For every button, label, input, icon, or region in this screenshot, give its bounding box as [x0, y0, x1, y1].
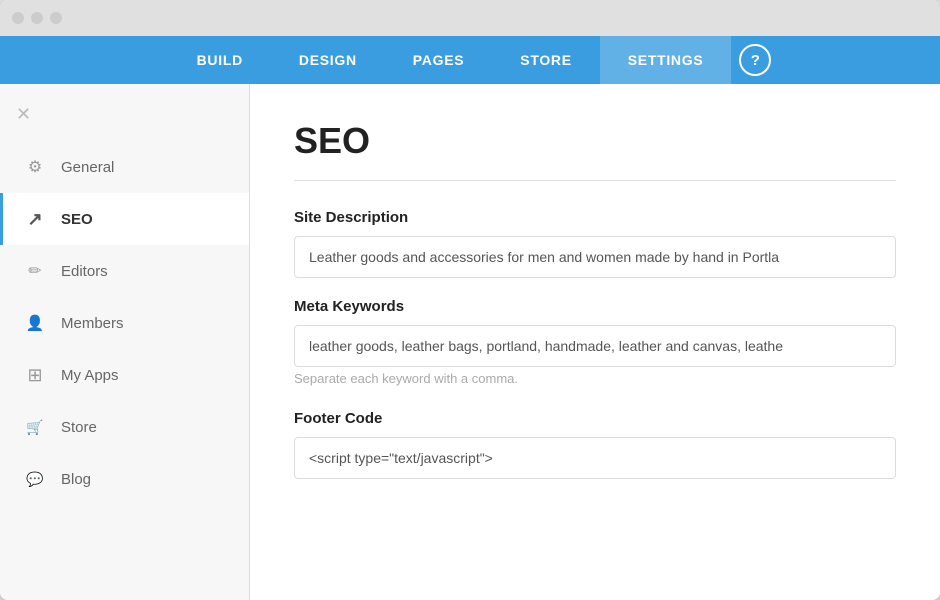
gear-icon [23, 155, 47, 179]
sidebar-label-store: Store [61, 419, 97, 436]
sidebar-item-seo[interactable]: SEO [0, 193, 249, 245]
maximize-btn[interactable] [50, 12, 62, 24]
meta-keywords-label: Meta Keywords [294, 298, 896, 315]
nav-settings[interactable]: SETTINGS [600, 36, 732, 84]
help-button[interactable]: ? [739, 44, 771, 76]
footer-code-label: Footer Code [294, 410, 896, 427]
sidebar-item-members[interactable]: Members [0, 297, 249, 349]
site-description-label: Site Description [294, 209, 896, 226]
sidebar: ✕ General SEO Editors Members My Apps [0, 84, 250, 600]
divider [294, 180, 896, 181]
sidebar-label-members: Members [61, 315, 124, 332]
main-area: ✕ General SEO Editors Members My Apps [0, 84, 940, 600]
nav-pages[interactable]: PAGES [385, 36, 492, 84]
sidebar-label-seo: SEO [61, 211, 93, 228]
titlebar-buttons [12, 12, 62, 24]
pencil-icon [23, 259, 47, 283]
sidebar-item-myapps[interactable]: My Apps [0, 349, 249, 401]
person-icon [23, 311, 47, 335]
grid-icon [23, 363, 47, 387]
sidebar-item-editors[interactable]: Editors [0, 245, 249, 297]
meta-keywords-hint: Separate each keyword with a comma. [294, 371, 896, 386]
nav-design[interactable]: DESIGN [271, 36, 385, 84]
titlebar [0, 0, 940, 36]
sidebar-item-store[interactable]: Store [0, 401, 249, 453]
nav-build[interactable]: BUILD [169, 36, 271, 84]
cart-icon [23, 415, 47, 439]
sidebar-label-editors: Editors [61, 263, 108, 280]
app-window: BUILD DESIGN PAGES STORE SETTINGS ? ✕ Ge… [0, 0, 940, 600]
site-description-input[interactable] [294, 236, 896, 278]
sidebar-label-general: General [61, 159, 114, 176]
trend-icon [23, 207, 47, 231]
close-btn[interactable] [12, 12, 24, 24]
sidebar-item-blog[interactable]: Blog [0, 453, 249, 505]
sidebar-label-myapps: My Apps [61, 367, 119, 384]
sidebar-close-button[interactable]: ✕ [0, 100, 249, 141]
navbar: BUILD DESIGN PAGES STORE SETTINGS ? [0, 36, 940, 84]
footer-code-input[interactable] [294, 437, 896, 479]
chat-icon [23, 467, 47, 491]
sidebar-item-general[interactable]: General [0, 141, 249, 193]
meta-keywords-input[interactable] [294, 325, 896, 367]
sidebar-label-blog: Blog [61, 471, 91, 488]
page-title: SEO [294, 120, 896, 162]
content-area: SEO Site Description Meta Keywords Separ… [250, 84, 940, 600]
minimize-btn[interactable] [31, 12, 43, 24]
nav-store[interactable]: STORE [492, 36, 599, 84]
